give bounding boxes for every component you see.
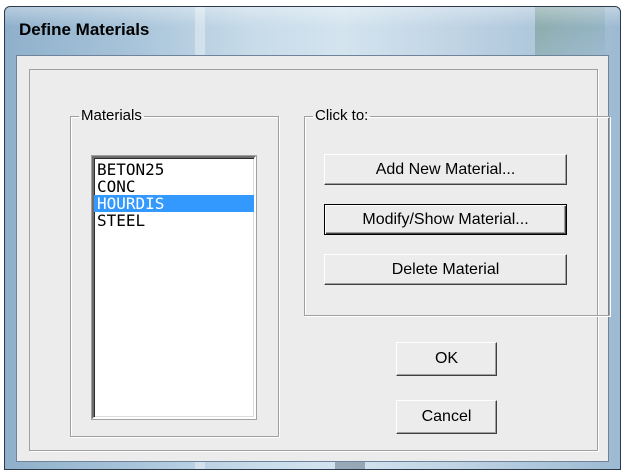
define-materials-window: Define Materials Materials BETON25 CONC …: [4, 6, 621, 470]
dialog-panel: Materials BETON25 CONC HOURDIS STEEL Cli…: [29, 69, 610, 451]
dialog-body: Materials BETON25 CONC HOURDIS STEEL Cli…: [16, 55, 610, 462]
window-title: Define Materials: [19, 20, 150, 39]
modify-show-material-button[interactable]: Modify/Show Material...: [324, 204, 567, 235]
ok-button[interactable]: OK: [396, 342, 497, 376]
add-new-material-button[interactable]: Add New Material...: [324, 154, 567, 185]
material-list-item[interactable]: CONC: [94, 178, 254, 195]
material-list-item[interactable]: STEEL: [94, 212, 254, 229]
click-to-group-label: Click to:: [315, 107, 369, 124]
material-list-item-selected[interactable]: HOURDIS: [94, 195, 254, 212]
materials-group-label: Materials: [81, 107, 142, 124]
materials-listbox[interactable]: BETON25 CONC HOURDIS STEEL: [92, 156, 256, 419]
delete-material-button[interactable]: Delete Material: [324, 254, 567, 285]
material-list-item[interactable]: BETON25: [94, 161, 254, 178]
cancel-button[interactable]: Cancel: [396, 400, 497, 434]
